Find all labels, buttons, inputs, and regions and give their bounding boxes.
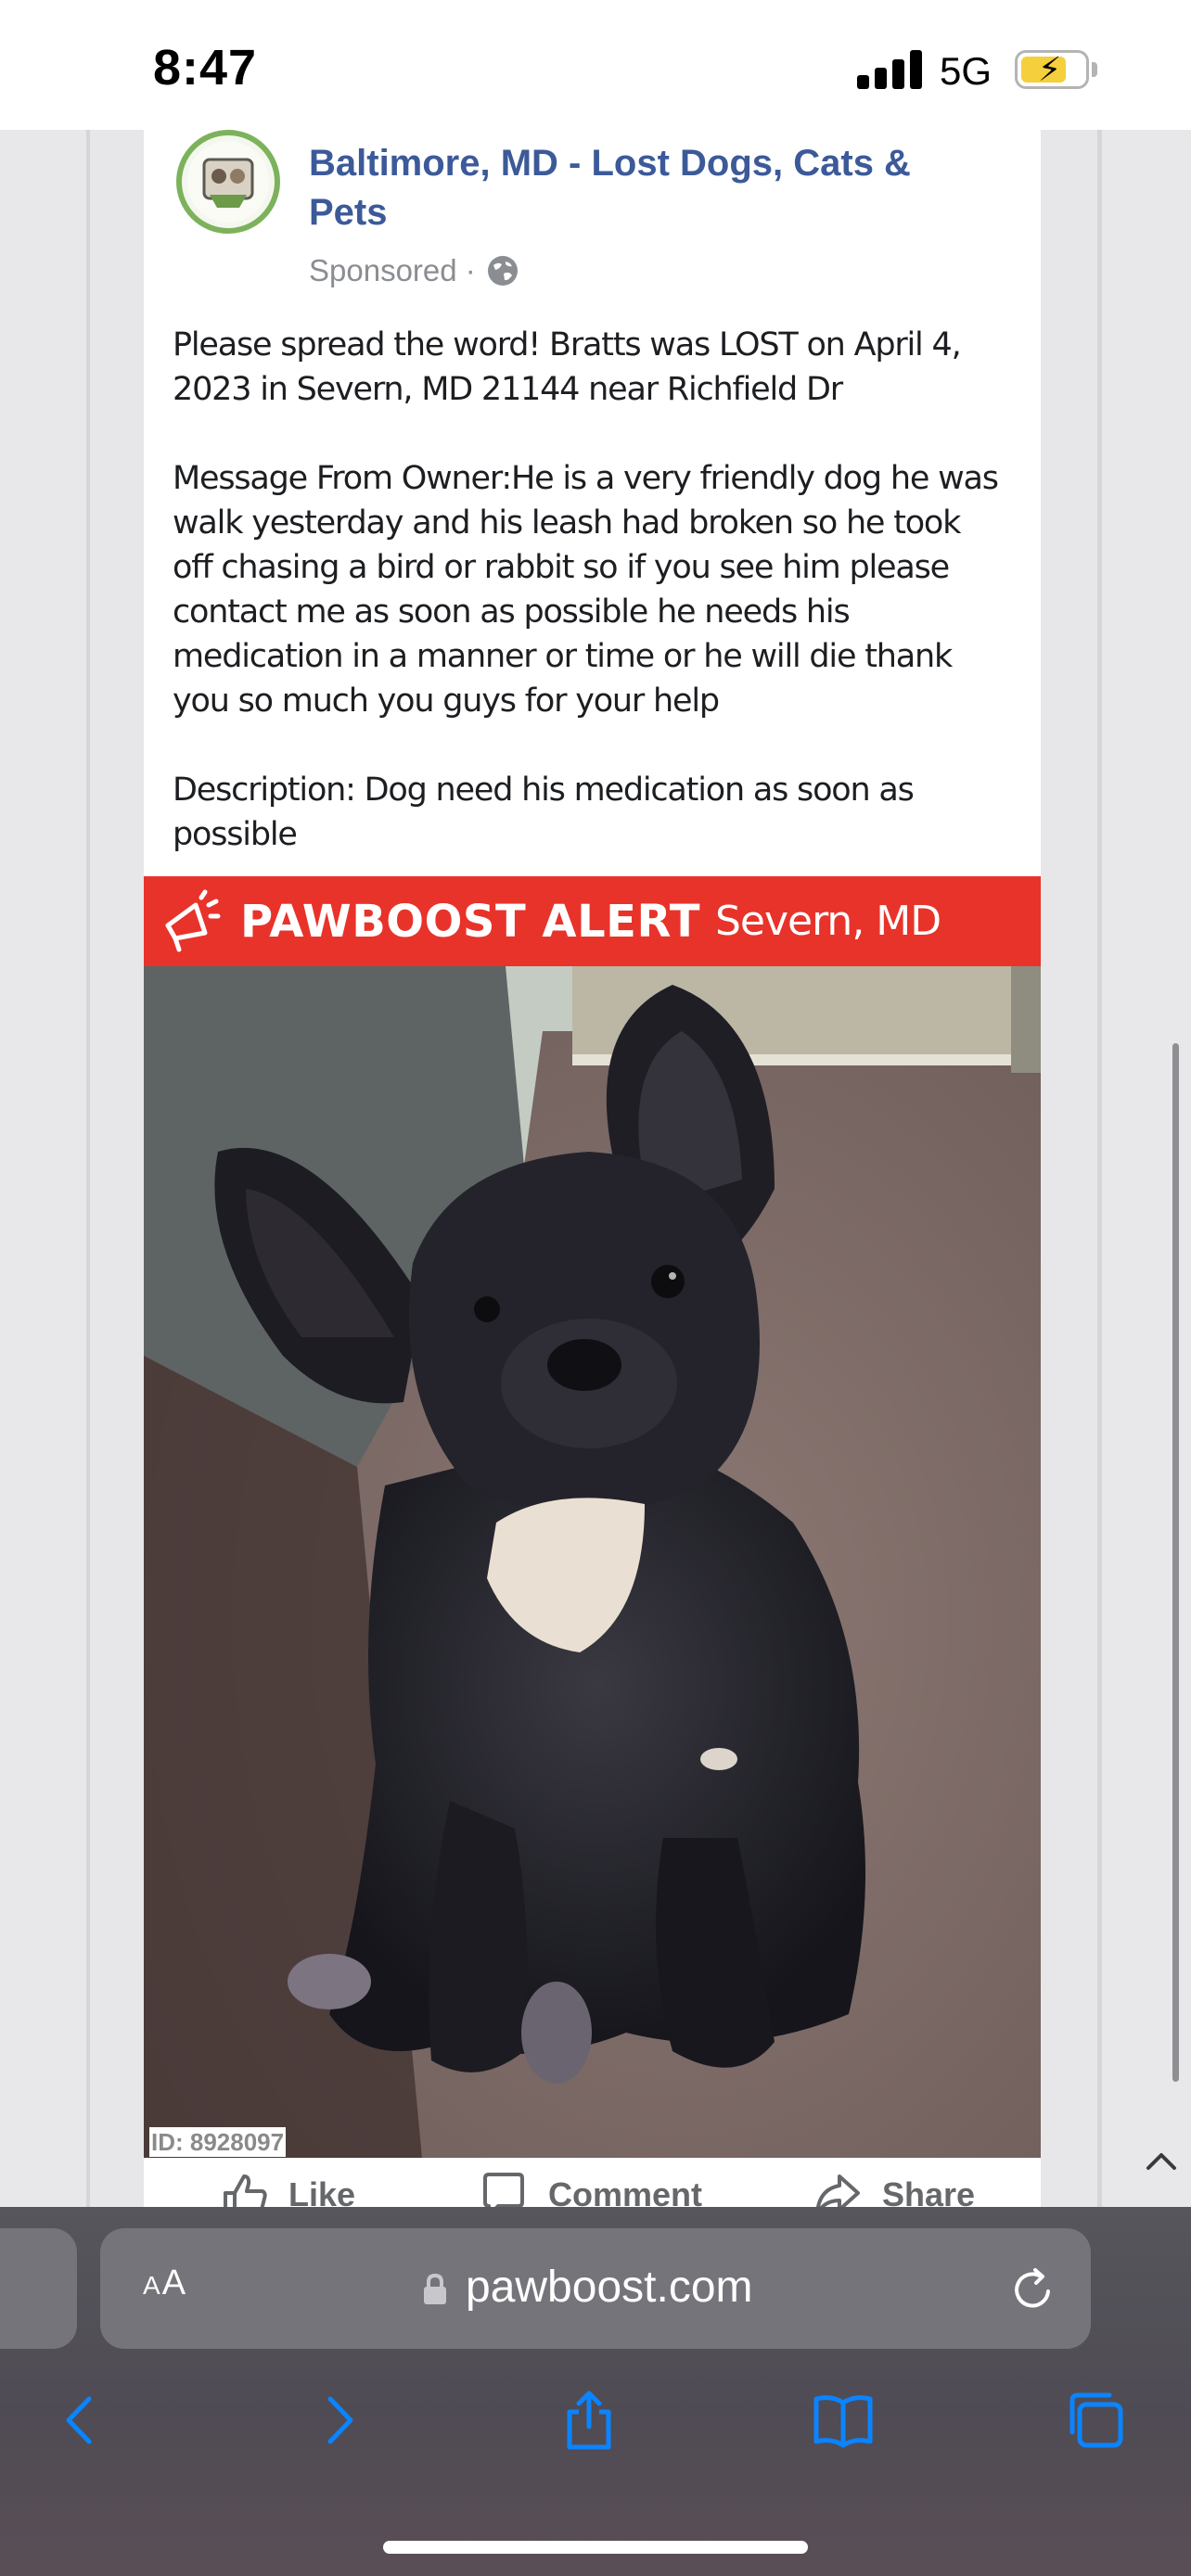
like-button[interactable]: Like <box>218 2169 355 2207</box>
thumbs-up-icon <box>224 2174 267 2207</box>
pawboost-alert-banner[interactable]: PAWBOOST ALERT Severn, MD <box>144 876 1041 966</box>
page-gutter-left <box>0 130 88 2207</box>
reader-settings-button[interactable]: AA <box>143 2264 187 2303</box>
page-column-border <box>1097 130 1102 2207</box>
bookmarks-icon[interactable] <box>811 2388 876 2453</box>
comment-label: Comment <box>548 2175 703 2207</box>
sponsored-row: Sponsored · <box>309 249 520 293</box>
post-paragraph-owner-message: Message From Owner:He is a very friendly… <box>173 460 999 720</box>
post-card: Baltimore, MD - Lost Dogs, Cats & Pets S… <box>144 130 1041 2207</box>
network-type: 5G <box>940 49 992 93</box>
globe-icon <box>487 256 518 286</box>
share-arrow-icon <box>815 2174 860 2207</box>
reload-icon[interactable] <box>1007 2264 1059 2315</box>
comment-icon <box>483 2173 524 2207</box>
tabs-icon[interactable] <box>1063 2388 1128 2453</box>
previous-tab-peek[interactable] <box>0 2228 77 2349</box>
comment-button[interactable]: Comment <box>478 2169 702 2207</box>
page-column-border <box>86 130 90 2207</box>
url-text[interactable]: pawboost.com <box>466 2262 753 2313</box>
share-label: Share <box>882 2175 976 2207</box>
share-post-button[interactable]: Share <box>812 2169 975 2207</box>
home-indicator[interactable] <box>383 2541 808 2554</box>
back-icon[interactable] <box>48 2388 113 2453</box>
battery-icon: ⚡ <box>1015 50 1089 89</box>
photo-id: ID: 8928097 <box>149 2127 287 2157</box>
lock-icon <box>424 2273 446 2304</box>
group-name-link[interactable]: Baltimore, MD - Lost Dogs, Cats & Pets <box>309 139 995 237</box>
like-label: Like <box>288 2175 356 2207</box>
sponsored-label: Sponsored · <box>309 253 476 287</box>
signal-icon <box>857 48 922 89</box>
group-avatar[interactable] <box>176 130 280 234</box>
chevron-up-icon[interactable] <box>1143 2142 1180 2179</box>
alert-title: PAWBOOST ALERT <box>240 895 700 948</box>
status-bar: 8:47 5G ⚡ <box>0 0 1191 130</box>
address-bar[interactable]: AA pawboost.com <box>100 2228 1091 2349</box>
battery-cap <box>1092 62 1097 77</box>
post-paragraph-description: Description: Dog need his medication as … <box>173 772 915 853</box>
post-action-row: Like Comment Share <box>144 2158 1041 2207</box>
share-icon[interactable] <box>557 2388 621 2453</box>
status-time: 8:47 <box>153 40 258 96</box>
megaphone-icon <box>165 889 221 951</box>
post-body: Please spread the word! Bratts was LOST … <box>173 323 1007 901</box>
scroll-indicator[interactable] <box>1172 1043 1179 2082</box>
alert-location: Severn, MD <box>715 898 941 945</box>
post-paragraph-lost: Please spread the word! Bratts was LOST … <box>173 326 962 408</box>
dog-photo[interactable]: ID: 8928097 <box>144 966 1041 2158</box>
forward-icon[interactable] <box>306 2388 371 2453</box>
